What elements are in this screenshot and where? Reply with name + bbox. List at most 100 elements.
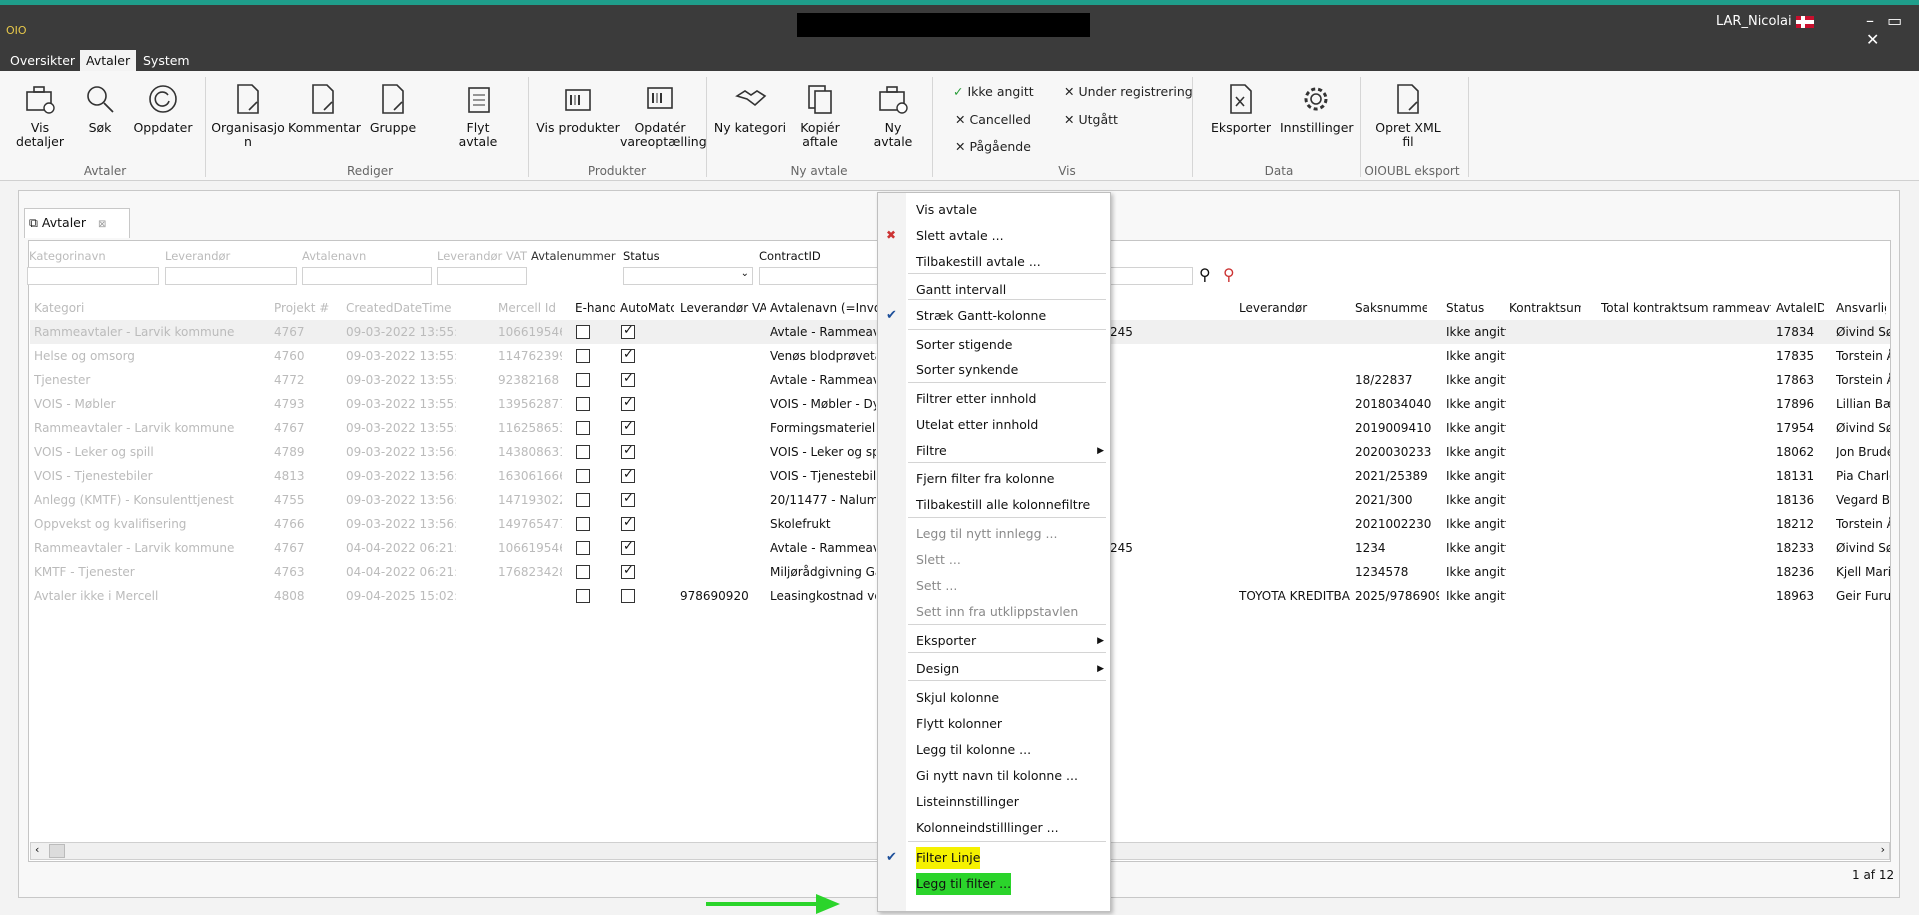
ny-kategori-button[interactable]: Ny kategori bbox=[710, 77, 790, 135]
vis-ikke-angitt[interactable]: ✓ Ikke angitt bbox=[953, 84, 1034, 99]
tab-oversikter[interactable]: Oversikter bbox=[4, 50, 81, 71]
menu-item[interactable]: Utelat etter innhold bbox=[916, 414, 1038, 436]
menu-item[interactable]: Design bbox=[916, 658, 959, 680]
menu-item[interactable]: Gi nytt navn til kolonne ... bbox=[916, 765, 1078, 787]
column-header[interactable]: E-hand bbox=[575, 296, 615, 320]
chevron-left-icon[interactable]: ‹ bbox=[35, 843, 39, 856]
menu-item[interactable]: Listeinnstillinger bbox=[916, 791, 1019, 813]
opret-xml-button[interactable]: Opret XML fil bbox=[1368, 77, 1448, 149]
column-header[interactable]: Avtalenavn (=Invoic bbox=[770, 296, 880, 320]
column-header[interactable]: CreatedDateTime bbox=[346, 296, 456, 320]
chevron-right-icon[interactable]: › bbox=[1881, 843, 1885, 856]
close-tab-icon[interactable]: ⊠ bbox=[98, 219, 106, 230]
menu-item[interactable]: Sett ... bbox=[916, 575, 957, 597]
column-header[interactable]: Leverandør bbox=[1239, 296, 1329, 320]
ehandel-checkbox[interactable] bbox=[576, 589, 590, 603]
menu-item[interactable]: Stræk Gantt-kolonne bbox=[916, 305, 1046, 327]
menu-item[interactable]: Eksporter bbox=[916, 630, 976, 652]
menu-item[interactable]: Tilbakestill alle kolonnefiltre bbox=[916, 494, 1090, 516]
automatch-checkbox[interactable] bbox=[621, 467, 635, 483]
menu-item[interactable]: Legg til kolonne ... bbox=[916, 739, 1031, 761]
kopier-aftale-button[interactable]: Kopiér aftale bbox=[782, 77, 858, 149]
column-header[interactable]: Saksnummer bbox=[1355, 296, 1427, 320]
automatch-checkbox[interactable] bbox=[621, 419, 635, 435]
column-header[interactable]: Ansvarlig bbox=[1836, 296, 1886, 320]
automatch-checkbox[interactable] bbox=[621, 371, 635, 387]
ehandel-checkbox[interactable] bbox=[576, 493, 590, 507]
menu-item[interactable]: Sorter synkende bbox=[916, 359, 1018, 381]
automatch-checkbox[interactable] bbox=[621, 539, 635, 555]
ehandel-checkbox[interactable] bbox=[576, 541, 590, 555]
opdater-vareoptaelling-button[interactable]: Opdatér vareoptælling bbox=[620, 77, 707, 149]
menu-item[interactable]: Filter Linje bbox=[916, 847, 981, 869]
ehandel-checkbox[interactable] bbox=[576, 397, 590, 411]
menu-item[interactable]: Fjern filter fra kolonne bbox=[916, 468, 1055, 490]
search-icon[interactable]: ⚲ bbox=[1199, 265, 1211, 284]
window-controls[interactable]: – ▭ ✕ bbox=[1866, 11, 1919, 49]
vis-produkter-button[interactable]: Vis produkter bbox=[536, 77, 620, 135]
scroll-thumb[interactable] bbox=[49, 844, 65, 858]
automatch-checkbox[interactable] bbox=[621, 323, 635, 339]
menu-item[interactable]: Tilbakestill avtale ... bbox=[916, 251, 1041, 273]
filter-select-status[interactable]: ⌄ bbox=[623, 267, 753, 285]
doc-tab-avtaler[interactable]: ⧉ Avtaler ⊠ bbox=[24, 208, 130, 238]
column-header[interactable]: Projekt # bbox=[274, 296, 334, 320]
filter-input-contractid[interactable] bbox=[759, 267, 879, 285]
column-header[interactable]: Leverandør VAT bbox=[680, 296, 766, 320]
automatch-checkbox[interactable] bbox=[621, 563, 635, 579]
automatch-checkbox[interactable] bbox=[621, 347, 635, 363]
column-header[interactable]: Mercell Id bbox=[498, 296, 562, 320]
automatch-checkbox[interactable] bbox=[621, 515, 635, 531]
menu-item[interactable]: Legg til nytt innlegg ... bbox=[916, 523, 1057, 545]
tab-system[interactable]: System bbox=[137, 50, 196, 71]
innstillinger-button[interactable]: Innstillinger bbox=[1280, 77, 1354, 135]
eksporter-button[interactable]: Eksporter bbox=[1210, 77, 1272, 135]
menu-item[interactable]: Filtre bbox=[916, 440, 947, 462]
user-menu[interactable]: LAR_Nicolai bbox=[1716, 14, 1814, 29]
ehandel-checkbox[interactable] bbox=[576, 565, 590, 579]
menu-item[interactable]: Filtrer etter innhold bbox=[916, 388, 1036, 410]
column-header[interactable]: AvtaleID bbox=[1776, 296, 1824, 320]
ehandel-checkbox[interactable] bbox=[576, 421, 590, 435]
vis-cancelled[interactable]: ✕ Cancelled bbox=[955, 112, 1031, 127]
vis-pagaende[interactable]: ✕ Pågående bbox=[955, 139, 1031, 154]
menu-item[interactable]: Legg til filter ... bbox=[916, 873, 1012, 895]
column-header[interactable]: Kategori bbox=[34, 296, 234, 320]
ehandel-checkbox[interactable] bbox=[576, 325, 590, 339]
vis-under-registrering[interactable]: ✕ Under registrering bbox=[1064, 84, 1193, 99]
menu-item[interactable]: Sett inn fra utklippstavlen bbox=[916, 601, 1078, 623]
sok-button[interactable]: Søk bbox=[78, 77, 122, 135]
ehandel-checkbox[interactable] bbox=[576, 517, 590, 531]
kommentar-button[interactable]: Kommentar bbox=[288, 77, 361, 135]
menu-item[interactable]: Slett ... bbox=[916, 549, 961, 571]
organisasjon-button[interactable]: Organisasjo n bbox=[210, 77, 286, 149]
vis-detaljer-button[interactable]: Vis detaljer bbox=[6, 77, 74, 149]
automatch-checkbox[interactable] bbox=[621, 491, 635, 507]
ehandel-checkbox[interactable] bbox=[576, 373, 590, 387]
ny-avtale-button[interactable]: Ny avtale bbox=[864, 77, 922, 149]
flyt-avtale-button[interactable]: Flyt avtale bbox=[446, 77, 510, 149]
gruppe-button[interactable]: Gruppe bbox=[364, 77, 422, 135]
menu-item[interactable]: Skjul kolonne bbox=[916, 687, 999, 709]
automatch-checkbox[interactable] bbox=[621, 443, 635, 459]
filter-input-search[interactable] bbox=[1105, 267, 1193, 285]
menu-item[interactable]: Kolonneindstilllinger ... bbox=[916, 817, 1059, 839]
ehandel-checkbox[interactable] bbox=[576, 445, 590, 459]
menu-item[interactable]: Vis avtale bbox=[916, 199, 977, 221]
menu-item[interactable]: Flytt kolonner bbox=[916, 713, 1002, 735]
column-header[interactable]: Total kontraktsum rammeavtale bbox=[1601, 296, 1771, 320]
menu-item[interactable]: Slett avtale ... bbox=[916, 225, 1004, 247]
oppdater-button[interactable]: Oppdater bbox=[128, 77, 198, 135]
menu-item[interactable]: Sorter stigende bbox=[916, 334, 1012, 356]
clear-search-icon[interactable]: ⚲ bbox=[1223, 265, 1235, 284]
tab-avtaler[interactable]: Avtaler bbox=[80, 50, 137, 71]
automatch-checkbox[interactable] bbox=[621, 395, 635, 411]
menu-item[interactable]: Gantt intervall bbox=[916, 279, 1006, 301]
column-header[interactable]: Status bbox=[1446, 296, 1496, 320]
column-header[interactable]: AutoMatch bbox=[620, 296, 674, 320]
ehandel-checkbox[interactable] bbox=[576, 349, 590, 363]
vis-utgatt[interactable]: ✕ Utgått bbox=[1064, 112, 1118, 127]
automatch-checkbox[interactable] bbox=[621, 589, 635, 603]
column-header[interactable]: Kontraktsum bbox=[1509, 296, 1581, 320]
ehandel-checkbox[interactable] bbox=[576, 469, 590, 483]
